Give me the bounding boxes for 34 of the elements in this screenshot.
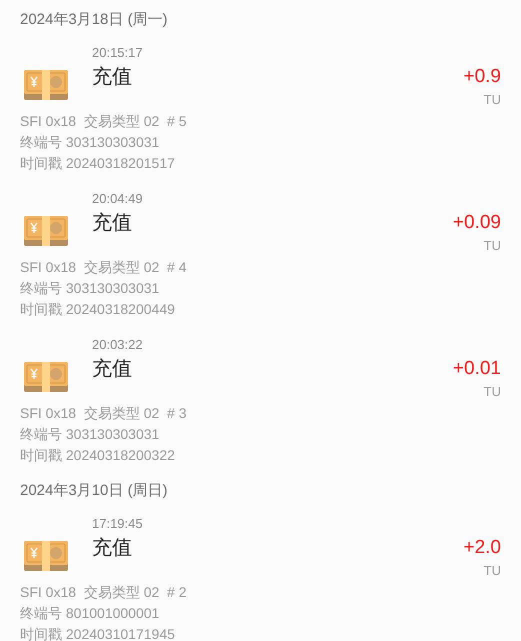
currency-unit: TU bbox=[484, 237, 501, 256]
transaction-title: 充值 bbox=[92, 211, 132, 236]
transaction-detail: 终端号 303130303031 bbox=[20, 133, 160, 152]
transaction-amount: +0.09 bbox=[452, 210, 501, 235]
transaction-detail: 时间戳 20240318200322 bbox=[20, 446, 175, 465]
transaction-detail: 终端号 303130303031 bbox=[20, 279, 160, 298]
date-header: 2024年3月18日 (周一) bbox=[20, 10, 168, 30]
currency-unit: TU bbox=[484, 562, 501, 580]
transaction-title: 充值 bbox=[92, 357, 132, 382]
transaction-detail: SFI 0x18 交易类型 02 # 5 bbox=[20, 112, 187, 131]
transaction-detail: 时间戳 20240318200449 bbox=[20, 300, 175, 319]
transaction-time: 20:03:22 bbox=[92, 336, 143, 354]
transaction-amount: +0.9 bbox=[463, 64, 501, 89]
transaction-detail: SFI 0x18 交易类型 02 # 2 bbox=[20, 583, 187, 602]
transaction-detail: 终端号 303130303031 bbox=[20, 425, 160, 444]
banknote-icon bbox=[24, 362, 68, 392]
transaction-time: 20:04:49 bbox=[92, 190, 143, 208]
transaction-detail: SFI 0x18 交易类型 02 # 3 bbox=[20, 404, 187, 423]
banknote-icon bbox=[24, 70, 68, 100]
transaction-detail: 时间戳 20240310171945 bbox=[20, 625, 175, 641]
transaction-amount: +2.0 bbox=[463, 536, 501, 560]
transaction-title: 充值 bbox=[92, 65, 132, 90]
transaction-time: 17:19:45 bbox=[92, 515, 143, 534]
currency-unit: TU bbox=[484, 91, 501, 110]
currency-unit: TU bbox=[484, 383, 501, 402]
transaction-detail: 时间戳 20240318201517 bbox=[20, 154, 175, 173]
transaction-title: 充值 bbox=[92, 536, 132, 561]
transaction-detail: 终端号 801001000001 bbox=[20, 604, 160, 623]
transaction-amount: +0.01 bbox=[452, 356, 501, 381]
transaction-detail: SFI 0x18 交易类型 02 # 4 bbox=[20, 258, 187, 277]
date-header: 2024年3月10日 (周日) bbox=[20, 480, 168, 501]
transaction-time: 20:15:17 bbox=[92, 44, 143, 62]
banknote-icon bbox=[24, 216, 68, 246]
banknote-icon bbox=[24, 541, 68, 571]
